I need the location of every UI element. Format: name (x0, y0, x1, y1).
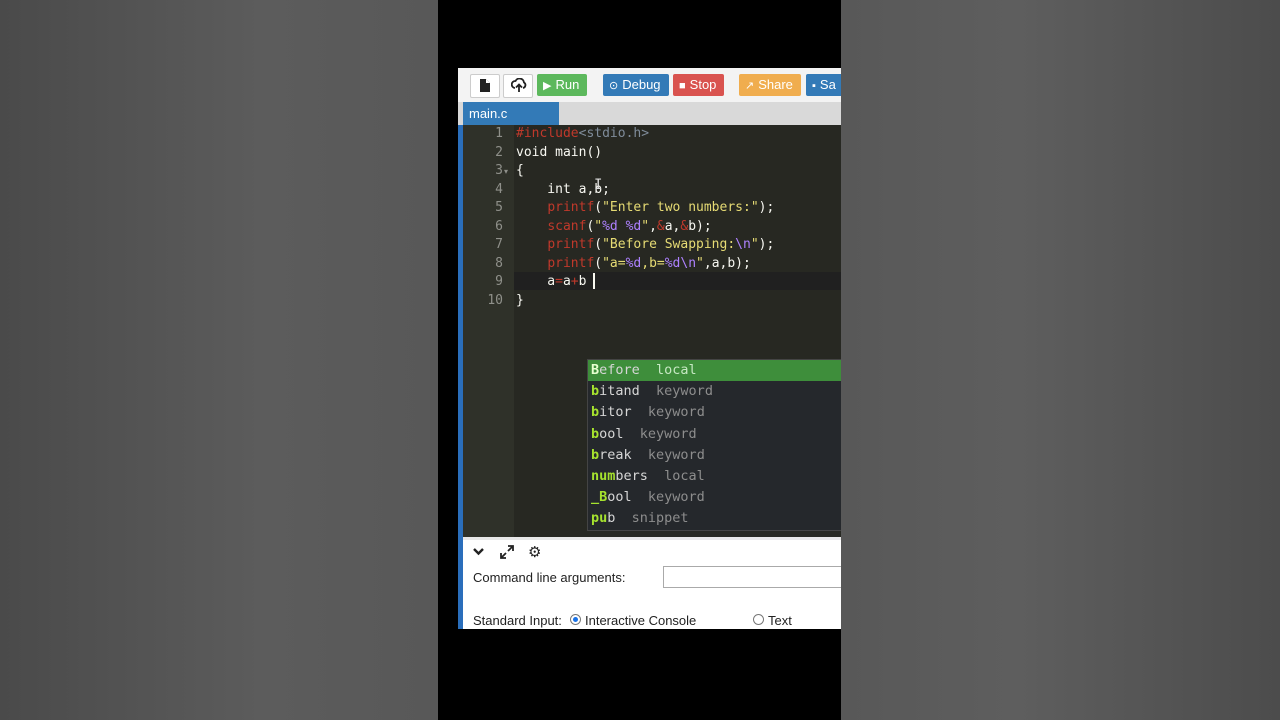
run-label: Run (555, 77, 580, 92)
mouse-ibeam-icon: I (594, 177, 603, 193)
video-side-blur-right (841, 0, 1280, 720)
line-number-gutter: 1 2 3 ▾ 4 5 6 7 8 9 10 (463, 125, 514, 537)
autocomplete-item[interactable]: pub snippet (588, 508, 841, 529)
debug-icon: ⊙ (609, 80, 619, 92)
autocomplete-item[interactable]: break keyword (588, 445, 841, 466)
line-number: 3 (495, 163, 503, 178)
text-cursor (593, 273, 595, 289)
save-label: Sa (819, 77, 836, 92)
autocomplete-match: b (591, 425, 600, 442)
text-option-label: Text (768, 613, 792, 628)
autocomplete-meta: snippet (631, 510, 689, 527)
save-icon: ▪ (812, 80, 816, 92)
stdin-label: Standard Input: (473, 613, 562, 628)
autocomplete-item[interactable]: _Bool keyword (588, 487, 841, 508)
autocomplete-item[interactable]: numbers local (588, 466, 841, 487)
code-line: scanf("%d %d",&a,&b); (547, 218, 712, 234)
autocomplete-match: B (591, 362, 600, 378)
gear-icon[interactable]: ⚙ (528, 543, 541, 561)
upload-button[interactable] (503, 74, 533, 98)
autocomplete-match: b (591, 404, 600, 421)
fold-arrow-icon[interactable]: ▾ (504, 167, 508, 176)
stop-button[interactable]: ■ Stop (673, 74, 725, 96)
autocomplete-match: b (591, 383, 600, 400)
cmd-args-label: Command line arguments: (473, 570, 626, 585)
line-number: 7 (495, 237, 503, 252)
code-line: printf("a=%d,b=%d\n",a,b); (547, 255, 751, 271)
online-compiler-window: ▶ Run ⊙ Debug ■ Stop ↗ Share ▪ Sa main.c 1 2 (458, 68, 841, 629)
share-button[interactable]: ↗ Share (739, 74, 801, 96)
code-line: printf("Enter two numbers:"); (547, 200, 775, 215)
autocomplete-word: b (607, 510, 632, 527)
autocomplete-match: pu (591, 510, 608, 527)
new-file-icon (480, 79, 490, 92)
line-number: 5 (495, 200, 503, 215)
autocomplete-word: itor (599, 404, 648, 421)
line-number: 6 (495, 218, 503, 234)
video-side-blur-left (0, 0, 438, 720)
stop-icon: ■ (679, 80, 686, 92)
autocomplete-popup: Before local bitand keyword bitor keyword b… (587, 359, 841, 531)
autocomplete-word: bers (615, 467, 665, 484)
autocomplete-meta: keyword (647, 489, 705, 506)
autocomplete-word: itand (599, 383, 657, 400)
code-line: void main() (516, 144, 603, 160)
code-line: #include<stdio.h> (516, 126, 650, 141)
stop-label: Stop (689, 77, 717, 92)
line-number: 2 (495, 144, 503, 160)
autocomplete-meta: keyword (647, 404, 705, 421)
text-radio[interactable] (753, 614, 764, 625)
io-panel: ⚙ Command line arguments: Standard Input… (463, 537, 841, 629)
autocomplete-meta: keyword (647, 446, 705, 463)
code-line: { (516, 163, 524, 178)
code-line: printf("Before Swapping:\n"); (547, 237, 775, 252)
autocomplete-match: b (591, 446, 600, 463)
interactive-console-radio[interactable] (570, 614, 581, 625)
line-number: 8 (495, 255, 503, 271)
interactive-console-label: Interactive Console (585, 613, 697, 628)
code-line: a=a+b (516, 274, 587, 289)
collapse-icon[interactable] (472, 545, 485, 561)
save-button[interactable]: ▪ Sa (806, 74, 841, 96)
play-icon: ▶ (543, 80, 552, 92)
share-icon: ↗ (745, 80, 755, 92)
autocomplete-item[interactable]: bool keyword (588, 424, 841, 445)
autocomplete-meta: keyword (656, 383, 713, 400)
expand-icon[interactable] (500, 545, 514, 562)
debug-button[interactable]: ⊙ Debug (603, 74, 669, 96)
video-frame: ▶ Run ⊙ Debug ■ Stop ↗ Share ▪ Sa main.c 1 2 (438, 0, 841, 720)
debug-label: Debug (622, 77, 661, 92)
autocomplete-item[interactable]: Before local (588, 360, 841, 382)
run-button[interactable]: ▶ Run (537, 74, 588, 96)
cmd-args-input[interactable] (663, 566, 841, 588)
line-number: 9 (495, 274, 503, 289)
line-number: 10 (487, 292, 503, 308)
code-line: } (516, 292, 524, 308)
autocomplete-word: reak (599, 446, 648, 463)
autocomplete-word: ool (599, 425, 640, 442)
code-editor[interactable]: 1 2 3 ▾ 4 5 6 7 8 9 10 #include<stdio.h>… (463, 125, 841, 537)
toolbar: ▶ Run ⊙ Debug ■ Stop ↗ Share ▪ Sa (458, 68, 841, 103)
upload-icon (511, 78, 527, 92)
new-file-button[interactable] (470, 74, 500, 98)
autocomplete-meta: local (664, 467, 705, 484)
autocomplete-meta: local (656, 362, 697, 378)
autocomplete-item[interactable]: bitor keyword (588, 402, 841, 423)
file-tab-bar: main.c (458, 102, 841, 125)
autocomplete-meta: keyword (639, 425, 697, 442)
autocomplete-word: ool (607, 489, 648, 506)
autocomplete-match: _B (591, 489, 608, 506)
share-label: Share (758, 77, 793, 92)
tab-main-c[interactable]: main.c (463, 102, 559, 125)
autocomplete-item[interactable]: bitand keyword (588, 381, 841, 402)
line-number: 4 (495, 181, 503, 197)
autocomplete-match: num (591, 467, 616, 484)
autocomplete-word: efore (599, 362, 657, 378)
line-number: 1 (495, 126, 503, 141)
